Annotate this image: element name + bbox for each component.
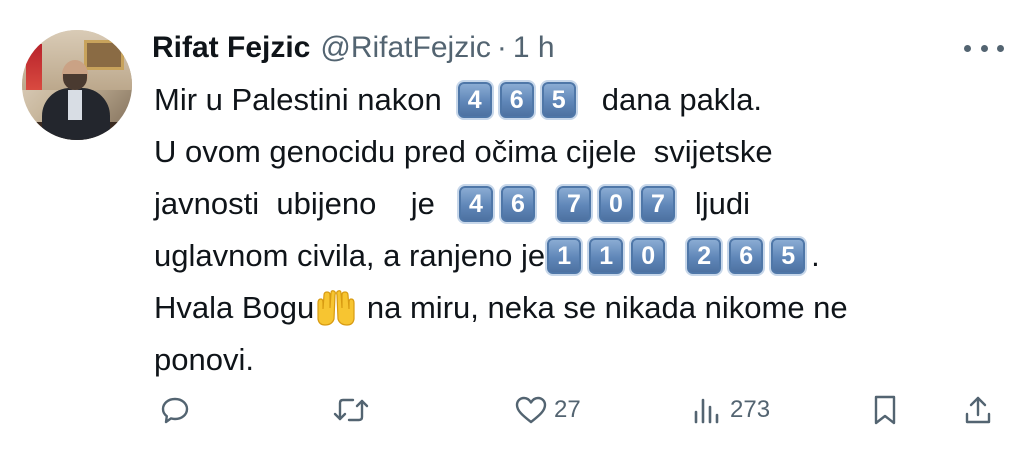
header-separator: ·: [496, 31, 507, 64]
keycap-digit: 4: [455, 80, 494, 120]
bookmark-button[interactable]: [870, 388, 900, 432]
heart-icon: [514, 395, 548, 425]
tweet-text-segment: U ovom genocidu pred očima cijele svijet…: [154, 134, 773, 169]
tweet-text-segment: ljudi: [694, 186, 751, 221]
tweet-text-segment: javnosti ubijeno je: [154, 186, 435, 221]
avatar[interactable]: [22, 30, 132, 140]
tweet-line-5: Hvala Bogu na miru, neka se nikada nikom…: [154, 284, 848, 332]
keycap-digit: 0: [596, 184, 635, 224]
keycap-digit: 0: [629, 236, 668, 276]
tweet-line-3: javnosti ubijeno je 4 6 7 0 7 ljudi: [154, 180, 750, 228]
keycap-digit: 6: [498, 184, 537, 224]
keycap-digit: 1: [587, 236, 626, 276]
more-options-icon[interactable]: [964, 40, 1004, 56]
reply-icon: [160, 395, 190, 425]
like-count: 27: [554, 396, 581, 423]
keycap-digit: 7: [554, 184, 593, 224]
keycap-digit: 7: [638, 184, 677, 224]
views-icon: [692, 395, 724, 425]
share-icon: [962, 394, 994, 426]
tweet-line-4: uglavnom civila, a ranjeno je 1 1 0 2 6 …: [154, 232, 820, 280]
author-handle[interactable]: @RifatFejzic: [320, 31, 490, 65]
tweet-line-1: Mir u Palestini nakon 4 6 5 dana pakla.: [154, 76, 762, 124]
tweet-text-segment: .: [811, 238, 820, 273]
keycap-digit: 5: [539, 80, 578, 120]
tweet-timestamp[interactable]: 1 h: [513, 31, 555, 65]
bookmark-icon: [870, 394, 900, 426]
avatar-picture-frame: [84, 40, 124, 70]
tweet-text-segment: uglavnom civila, a ranjeno je: [154, 238, 546, 273]
tweet-text-segment: dana pakla.: [601, 82, 763, 117]
tweet-text-segment: ponovi.: [154, 342, 254, 377]
keycap-digit: 4: [456, 184, 495, 224]
views-button[interactable]: 273: [692, 388, 770, 432]
tweet-line-6: ponovi.: [154, 336, 254, 384]
tweet-text-segment: Mir u Palestini nakon: [154, 82, 442, 117]
like-button[interactable]: 27: [514, 388, 581, 432]
tweet-header: Rifat Fejzic @RifatFejzic · 1 h: [152, 28, 555, 68]
tweet-text-segment: na miru, neka se nikada nikome ne: [358, 290, 848, 325]
views-count: 273: [730, 396, 771, 423]
reply-button[interactable]: [160, 388, 190, 432]
raised-hands-emoji: [314, 288, 358, 328]
retweet-button[interactable]: [332, 388, 370, 432]
keycap-digit: 1: [545, 236, 584, 276]
tweet: Rifat Fejzic @RifatFejzic · 1 h Mir u Pa…: [0, 0, 1024, 451]
keycap-digit: 2: [685, 236, 724, 276]
keycap-digit: 6: [497, 80, 536, 120]
keycap-digit: 5: [769, 236, 808, 276]
author-name[interactable]: Rifat Fejzic: [152, 31, 310, 65]
tweet-text-segment: Hvala Bogu: [154, 290, 315, 325]
avatar-shirt: [68, 90, 82, 120]
avatar-flag: [26, 44, 42, 90]
retweet-icon: [332, 395, 370, 425]
share-button[interactable]: [962, 388, 994, 432]
keycap-digit: 6: [727, 236, 766, 276]
action-bar: 27 273: [0, 388, 1024, 432]
tweet-line-2: U ovom genocidu pred očima cijele svijet…: [154, 128, 773, 176]
